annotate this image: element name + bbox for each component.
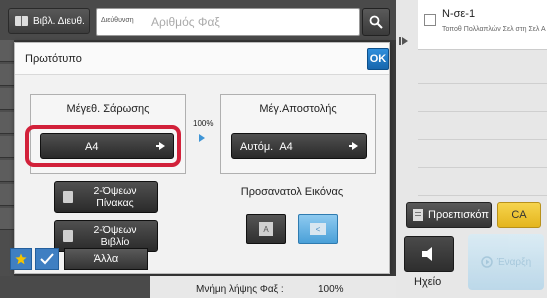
expand-panel-button[interactable]: [396, 26, 412, 56]
address-book-icon: [15, 16, 28, 26]
preview-button[interactable]: Προεπισκόπ: [406, 202, 492, 228]
duplex-tablet-button[interactable]: 2-Όψεων Πίνακας: [54, 181, 158, 213]
fax-memory-value: 100%: [318, 284, 344, 295]
left-tab[interactable]: [0, 112, 14, 134]
list-item: [418, 140, 547, 168]
ratio-value: 100%: [193, 119, 214, 128]
speaker-icon: [422, 247, 432, 261]
left-tab[interactable]: [0, 208, 14, 230]
arrow-right-icon: [349, 142, 358, 150]
duplex-book-icon: [63, 230, 73, 242]
setting-item-name: N-σε-1: [442, 8, 476, 20]
play-icon: [399, 37, 408, 45]
start-button[interactable]: Έναρξη: [468, 234, 544, 290]
favorites-button[interactable]: [10, 248, 32, 270]
orientation-landscape-button[interactable]: <: [298, 214, 338, 244]
preview-label: Προεπισκόπ: [428, 209, 489, 221]
duplex-book-line1: 2-Όψεων: [93, 224, 137, 236]
orientation-portrait-button[interactable]: A: [246, 214, 286, 244]
left-tab[interactable]: [0, 160, 14, 182]
ok-button[interactable]: OK: [367, 48, 389, 70]
duplex-tablet-icon: [63, 191, 73, 203]
left-tab[interactable]: [0, 64, 14, 86]
fax-memory-label: Μνήμη λήψης Φαξ :: [196, 284, 284, 295]
highlight-frame: [25, 125, 181, 167]
left-tab[interactable]: [0, 40, 14, 62]
list-item: [418, 56, 547, 84]
ratio-arrow-icon: [199, 134, 205, 142]
left-tab[interactable]: [0, 136, 14, 158]
setting-item-n-up[interactable]: N-σε-1 Τοποθ Πολλαπλών Σελ στη Σελ Α: [418, 0, 547, 50]
list-item: [418, 112, 547, 140]
setting-item-description: Τοποθ Πολλαπλών Σελ στη Σελ Α: [442, 26, 546, 33]
send-size-label: Μέγ.Αποστολής: [259, 103, 337, 115]
left-tab[interactable]: [0, 88, 14, 110]
dialog-title: Πρωτότυπο: [25, 53, 82, 65]
list-item: [418, 168, 547, 196]
setting-list: [418, 56, 547, 196]
clear-all-button[interactable]: CA: [497, 202, 541, 228]
other-button[interactable]: Άλλα: [64, 248, 148, 270]
n-up-checkbox[interactable]: [424, 14, 436, 26]
left-tab-strip: [0, 40, 14, 280]
fax-number-field[interactable]: Διεύθυνση: [96, 8, 360, 36]
search-button[interactable]: [362, 8, 390, 36]
scan-size-label: Μέγεθ. Σάρωσης: [66, 103, 150, 115]
star-icon: [15, 253, 27, 265]
address-label: Διεύθυνση: [101, 17, 134, 24]
duplex-tablet-label: 2-Όψεων Πίνακας: [77, 185, 153, 209]
duplex-tablet-line2: Πίνακας: [96, 197, 134, 209]
duplex-book-label: 2-Όψεων Βιβλίο: [77, 224, 153, 248]
send-size-value: Αυτόμ. A4: [240, 141, 293, 153]
check-icon: [40, 253, 54, 265]
dialog-header: Πρωτότυπο OK: [15, 43, 389, 75]
portrait-page-icon: A: [259, 222, 273, 236]
start-label: Έναρξη: [496, 256, 532, 268]
duplex-tablet-line1: 2-Όψεων: [93, 185, 137, 197]
list-item: [418, 84, 547, 112]
start-icon: [481, 256, 493, 268]
speaker-button[interactable]: [404, 236, 454, 272]
search-icon: [369, 15, 383, 29]
fax-number-input[interactable]: [151, 12, 351, 32]
orientation-label: Προσανατολ Εικόνας: [240, 186, 344, 198]
left-tab[interactable]: [0, 184, 14, 206]
landscape-page-icon: <: [310, 223, 326, 235]
preview-icon: [413, 209, 423, 221]
speaker-label: Ηχείο: [414, 276, 442, 288]
address-book-button[interactable]: Βιβλ. Διευθ.: [8, 8, 90, 34]
duplex-book-line2: Βιβλίο: [100, 236, 130, 248]
send-size-button[interactable]: Αυτόμ. A4: [231, 133, 367, 159]
check-button[interactable]: [35, 248, 59, 270]
address-book-label: Βιβλ. Διευθ.: [33, 15, 85, 27]
